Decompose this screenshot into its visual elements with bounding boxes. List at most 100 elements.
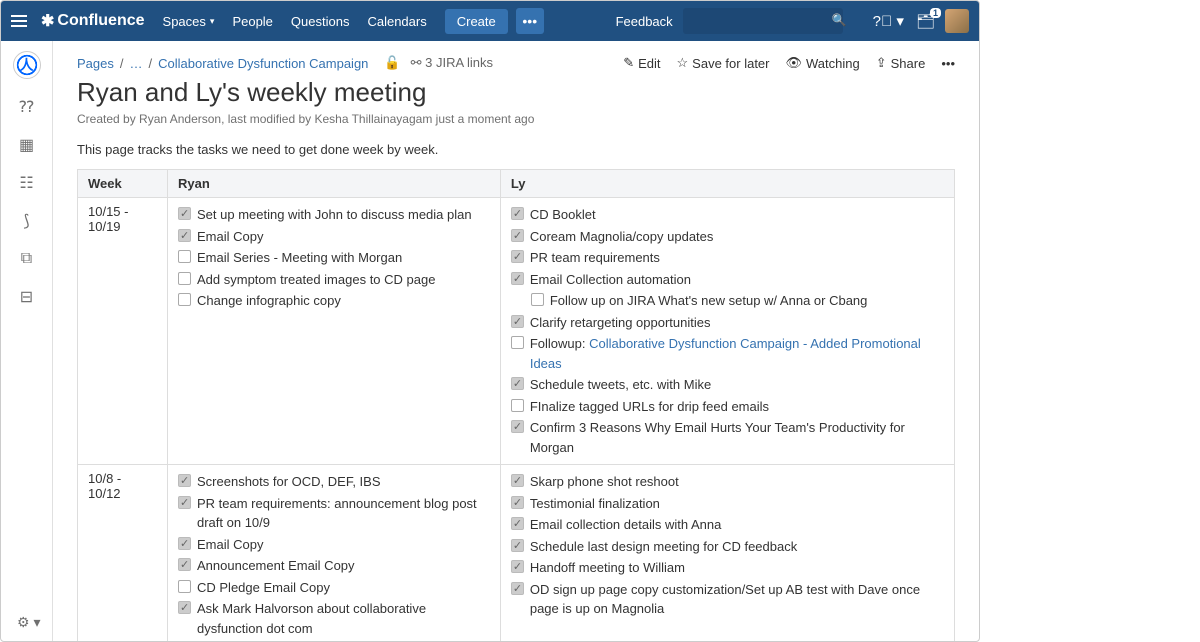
checkbox-icon[interactable] bbox=[511, 377, 524, 390]
checkbox-icon[interactable] bbox=[511, 582, 524, 595]
task-text: Follow up on JIRA What's new setup w/ An… bbox=[550, 291, 868, 311]
checkbox-icon[interactable] bbox=[178, 580, 191, 593]
checkbox-icon[interactable] bbox=[178, 229, 191, 242]
task-line: Screenshots for OCD, DEF, IBS bbox=[178, 471, 490, 493]
task-text: CD Pledge Email Copy bbox=[197, 578, 330, 598]
task-text: PR team requirements bbox=[530, 248, 660, 268]
menu-icon[interactable] bbox=[11, 11, 31, 31]
task-text: Announcement Email Copy bbox=[197, 556, 355, 576]
checkbox-icon[interactable] bbox=[511, 539, 524, 552]
feedback-link[interactable]: Feedback bbox=[616, 14, 673, 29]
avatar[interactable] bbox=[945, 9, 969, 33]
task-line: Coream Magnolia/copy updates bbox=[511, 226, 944, 248]
checkbox-icon[interactable] bbox=[178, 537, 191, 550]
task-text: Schedule tweets, etc. with Mike bbox=[530, 375, 711, 395]
ly-cell: CD Booklet Coream Magnolia/copy updates … bbox=[500, 198, 954, 465]
task-line: Skarp phone shot reshoot bbox=[511, 471, 944, 493]
nav-calendars[interactable]: Calendars bbox=[367, 14, 426, 29]
checkbox-icon[interactable] bbox=[511, 399, 524, 412]
search-icon: 🔍 bbox=[832, 13, 847, 27]
checkbox-icon[interactable] bbox=[511, 496, 524, 509]
task-text: FInalize tagged URLs for drip feed email… bbox=[530, 397, 769, 417]
task-text: Clarify retargeting opportunities bbox=[530, 313, 711, 333]
rail-tree-icon[interactable]: ⊟ bbox=[17, 287, 37, 307]
checkbox-icon[interactable] bbox=[178, 558, 191, 571]
checkbox-icon[interactable] bbox=[511, 336, 524, 349]
checkbox-icon[interactable] bbox=[178, 250, 191, 263]
checkbox-icon[interactable] bbox=[531, 293, 544, 306]
tasks-table: Week Ryan Ly 10/15 - 10/19 Set up meetin… bbox=[77, 169, 955, 641]
task-line: Change infographic copy bbox=[178, 290, 490, 312]
nav-spaces[interactable]: Spaces▾ bbox=[163, 14, 215, 29]
checkbox-icon[interactable] bbox=[178, 207, 191, 220]
task-text: Email Series - Meeting with Morgan bbox=[197, 248, 402, 268]
nav-questions[interactable]: Questions bbox=[291, 14, 350, 29]
col-ryan: Ryan bbox=[168, 170, 501, 198]
save-button[interactable]: ☆ Save for later bbox=[677, 55, 770, 71]
checkbox-icon[interactable] bbox=[178, 272, 191, 285]
task-line: Email Copy bbox=[178, 226, 490, 248]
task-link[interactable]: Collaborative Dysfunction Campaign - Add… bbox=[530, 336, 921, 371]
task-line: Confirm 3 Reasons Why Email Hurts Your T… bbox=[511, 417, 944, 458]
checkbox-icon[interactable] bbox=[511, 315, 524, 328]
share-button[interactable]: ⇪ Share bbox=[876, 55, 926, 71]
week-cell: 10/8 - 10/12 bbox=[78, 465, 168, 642]
checkbox-icon[interactable] bbox=[178, 474, 191, 487]
ryan-cell: Screenshots for OCD, DEF, IBS PR team re… bbox=[168, 465, 501, 642]
checkbox-icon[interactable] bbox=[511, 272, 524, 285]
checkbox-icon[interactable] bbox=[511, 560, 524, 573]
left-rail: 人 ⁇ ▦ ☷ ⟆ ⧉ ⊟ ⚙ ▾ bbox=[1, 41, 53, 641]
task-text: OD sign up page copy customization/Set u… bbox=[530, 580, 944, 619]
breadcrumb-ellipsis[interactable]: … bbox=[130, 56, 143, 71]
task-line: OD sign up page copy customization/Set u… bbox=[511, 579, 944, 620]
task-line: Set up meeting with John to discuss medi… bbox=[178, 204, 490, 226]
checkbox-icon[interactable] bbox=[511, 229, 524, 242]
rail-rss-icon[interactable]: ⟆ bbox=[17, 211, 37, 231]
help-icon[interactable]: ?⃝ ▾ bbox=[873, 12, 904, 30]
more-actions-button[interactable]: ••• bbox=[941, 56, 955, 71]
checkbox-icon[interactable] bbox=[511, 207, 524, 220]
ly-cell: Skarp phone shot reshoot Testimonial fin… bbox=[500, 465, 954, 642]
checkbox-icon[interactable] bbox=[511, 420, 524, 433]
notifications-icon[interactable]: 🗂1 bbox=[916, 12, 935, 30]
settings-icon[interactable]: ⚙ ▾ bbox=[17, 614, 40, 631]
task-line: Handoff meeting to William bbox=[511, 557, 944, 579]
space-icon[interactable]: 人 bbox=[13, 51, 41, 79]
watching-button[interactable]: 👁 Watching bbox=[786, 55, 860, 71]
breadcrumb-current[interactable]: Collaborative Dysfunction Campaign bbox=[158, 56, 368, 71]
checkbox-icon[interactable] bbox=[178, 496, 191, 509]
page-content: Pages / … / Collaborative Dysfunction Ca… bbox=[53, 41, 979, 641]
rail-copy-icon[interactable]: ⧉ bbox=[17, 249, 37, 269]
nav-people[interactable]: People bbox=[232, 14, 272, 29]
unlock-icon[interactable]: 🔓 bbox=[384, 55, 400, 71]
rail-questions-icon[interactable]: ⁇ bbox=[17, 97, 37, 117]
task-line: Schedule last design meeting for CD feed… bbox=[511, 536, 944, 558]
checkbox-icon[interactable] bbox=[511, 517, 524, 530]
task-text: Set up meeting with John to discuss medi… bbox=[197, 205, 472, 225]
jira-links[interactable]: ⚯ 3 JIRA links bbox=[411, 55, 493, 71]
task-text: Email collection details with Anna bbox=[530, 515, 722, 535]
task-line: Follow up on JIRA What's new setup w/ An… bbox=[511, 290, 944, 312]
rail-blog-icon[interactable]: ☷ bbox=[17, 173, 37, 193]
breadcrumb-root[interactable]: Pages bbox=[77, 56, 114, 71]
task-text: Screenshots for OCD, DEF, IBS bbox=[197, 472, 381, 492]
logo[interactable]: Confluence bbox=[41, 11, 145, 31]
search-input[interactable] bbox=[683, 8, 843, 34]
task-text: Coream Magnolia/copy updates bbox=[530, 227, 714, 247]
checkbox-icon[interactable] bbox=[178, 601, 191, 614]
task-line: Email Copy bbox=[178, 534, 490, 556]
breadcrumbs: Pages / … / Collaborative Dysfunction Ca… bbox=[77, 55, 955, 71]
create-button[interactable]: Create bbox=[445, 9, 508, 34]
edit-button[interactable]: ✎ Edit bbox=[623, 55, 660, 71]
create-more-button[interactable]: ••• bbox=[516, 8, 544, 34]
checkbox-icon[interactable] bbox=[178, 293, 191, 306]
task-line: Schedule tweets, etc. with Mike bbox=[511, 374, 944, 396]
checkbox-icon[interactable] bbox=[511, 474, 524, 487]
task-line: FInalize tagged URLs for drip feed email… bbox=[511, 396, 944, 418]
col-ly: Ly bbox=[500, 170, 954, 198]
search-wrap: 🔍 bbox=[683, 8, 855, 34]
task-line: CD Pledge Email Copy bbox=[178, 577, 490, 599]
rail-calendar-icon[interactable]: ▦ bbox=[17, 135, 37, 155]
task-line: Followup: Collaborative Dysfunction Camp… bbox=[511, 333, 944, 374]
checkbox-icon[interactable] bbox=[511, 250, 524, 263]
